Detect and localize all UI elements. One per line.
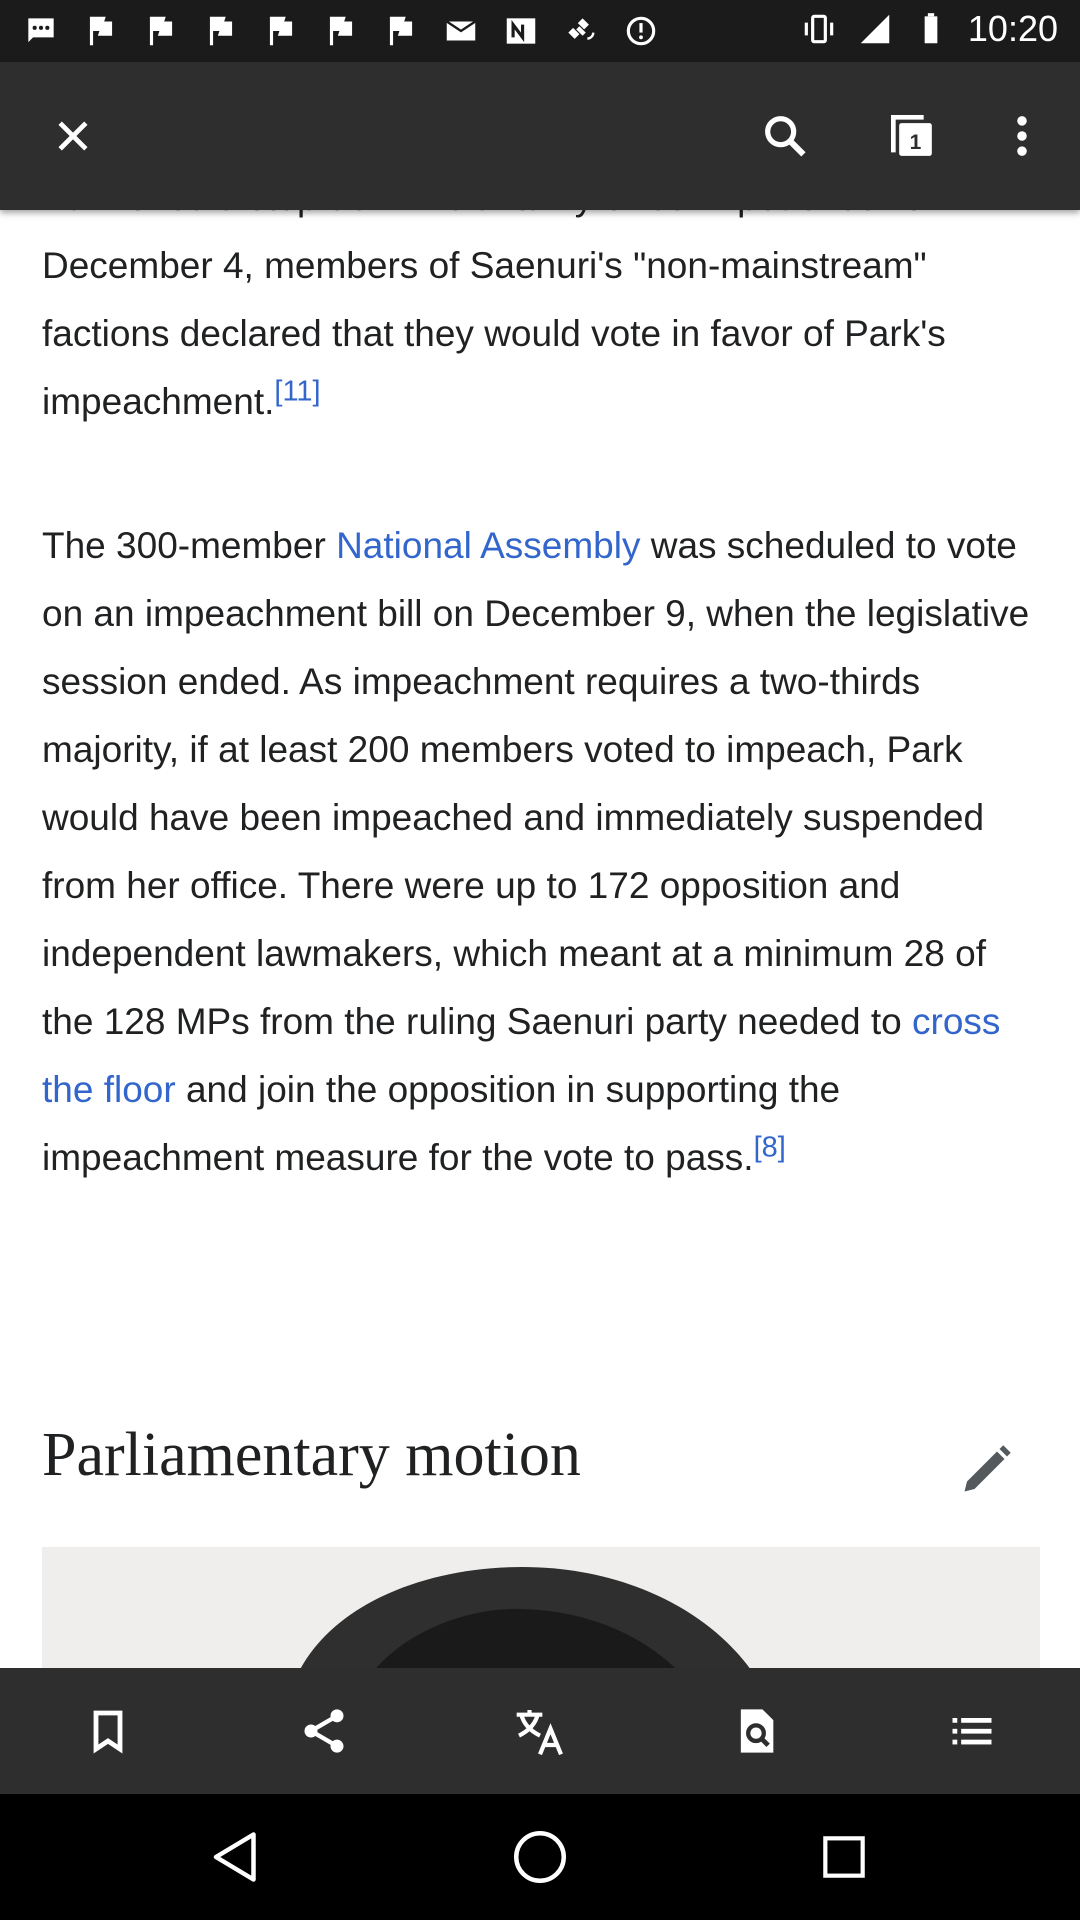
bookmark-icon bbox=[93, 1710, 123, 1754]
flag-icon bbox=[89, 16, 113, 46]
top-toolbar: 1 bbox=[0, 62, 1080, 210]
notification-icons bbox=[22, 12, 660, 50]
status-bar: 10:20 bbox=[0, 0, 1080, 62]
paragraph-text: Park should step down voluntarily or be … bbox=[42, 210, 949, 422]
bookmark-button[interactable] bbox=[68, 1691, 148, 1771]
home-button[interactable] bbox=[500, 1817, 580, 1897]
language-button[interactable] bbox=[500, 1691, 580, 1771]
close-button[interactable] bbox=[29, 92, 117, 180]
contents-button[interactable] bbox=[932, 1691, 1012, 1771]
link-national-assembly[interactable]: National Assembly bbox=[336, 525, 640, 566]
edit-section-button[interactable] bbox=[952, 1434, 1022, 1504]
flag-icon bbox=[329, 16, 353, 46]
news-icon bbox=[506, 18, 536, 44]
find-in-page-icon bbox=[740, 1709, 774, 1753]
search-button[interactable] bbox=[741, 92, 829, 180]
search-icon bbox=[765, 116, 806, 157]
flag-icon bbox=[389, 16, 413, 46]
reference-link[interactable]: [8] bbox=[754, 1132, 786, 1164]
vibrate-icon bbox=[804, 14, 834, 44]
block-icon bbox=[626, 16, 656, 46]
more-options-button[interactable] bbox=[978, 92, 1066, 180]
satellite-icon bbox=[568, 18, 595, 40]
system-navigation-bar bbox=[0, 1794, 1080, 1920]
clock: 10:20 bbox=[967, 8, 1058, 49]
more-vert-icon bbox=[1017, 116, 1027, 156]
article-content: Park should step down voluntarily or be … bbox=[42, 210, 1040, 1668]
section-heading: Parliamentary motion bbox=[42, 1421, 581, 1489]
status-right: 10:20 bbox=[800, 8, 1058, 50]
contents-icon bbox=[952, 1718, 992, 1745]
share-icon bbox=[304, 1709, 344, 1753]
mail-icon bbox=[446, 20, 476, 41]
pencil-icon bbox=[964, 1445, 1011, 1492]
message-icon bbox=[28, 18, 54, 43]
recents-button[interactable] bbox=[804, 1817, 884, 1897]
reference-link[interactable]: [11] bbox=[274, 376, 320, 408]
share-button[interactable] bbox=[284, 1691, 364, 1771]
paragraph: Park should step down voluntarily or be … bbox=[42, 210, 1040, 436]
paragraph-text: was scheduled to vote on an impeachment … bbox=[42, 525, 1030, 1042]
paragraph: The 300-member National Assembly was sch… bbox=[42, 512, 1040, 1192]
flag-icon bbox=[149, 16, 173, 46]
back-button[interactable] bbox=[196, 1817, 276, 1897]
back-icon bbox=[213, 1832, 256, 1882]
home-icon bbox=[514, 1831, 566, 1883]
find-in-page-button[interactable] bbox=[716, 1691, 796, 1771]
paragraph-text: The 300-member bbox=[42, 525, 337, 566]
battery-icon bbox=[924, 13, 938, 44]
recents-icon bbox=[823, 1836, 865, 1878]
tabs-count: 1 bbox=[910, 131, 922, 154]
page-action-bar bbox=[0, 1668, 1080, 1794]
close-icon bbox=[58, 121, 88, 151]
portrait-image bbox=[42, 1547, 1040, 1668]
flag-icon bbox=[209, 16, 233, 46]
tabs-icon: 1 bbox=[891, 115, 932, 156]
flag-icon bbox=[269, 16, 293, 46]
tabs-button[interactable]: 1 bbox=[868, 92, 956, 180]
translate-icon bbox=[516, 1710, 563, 1756]
signal-icon bbox=[860, 14, 890, 44]
article-image[interactable] bbox=[42, 1547, 1040, 1668]
